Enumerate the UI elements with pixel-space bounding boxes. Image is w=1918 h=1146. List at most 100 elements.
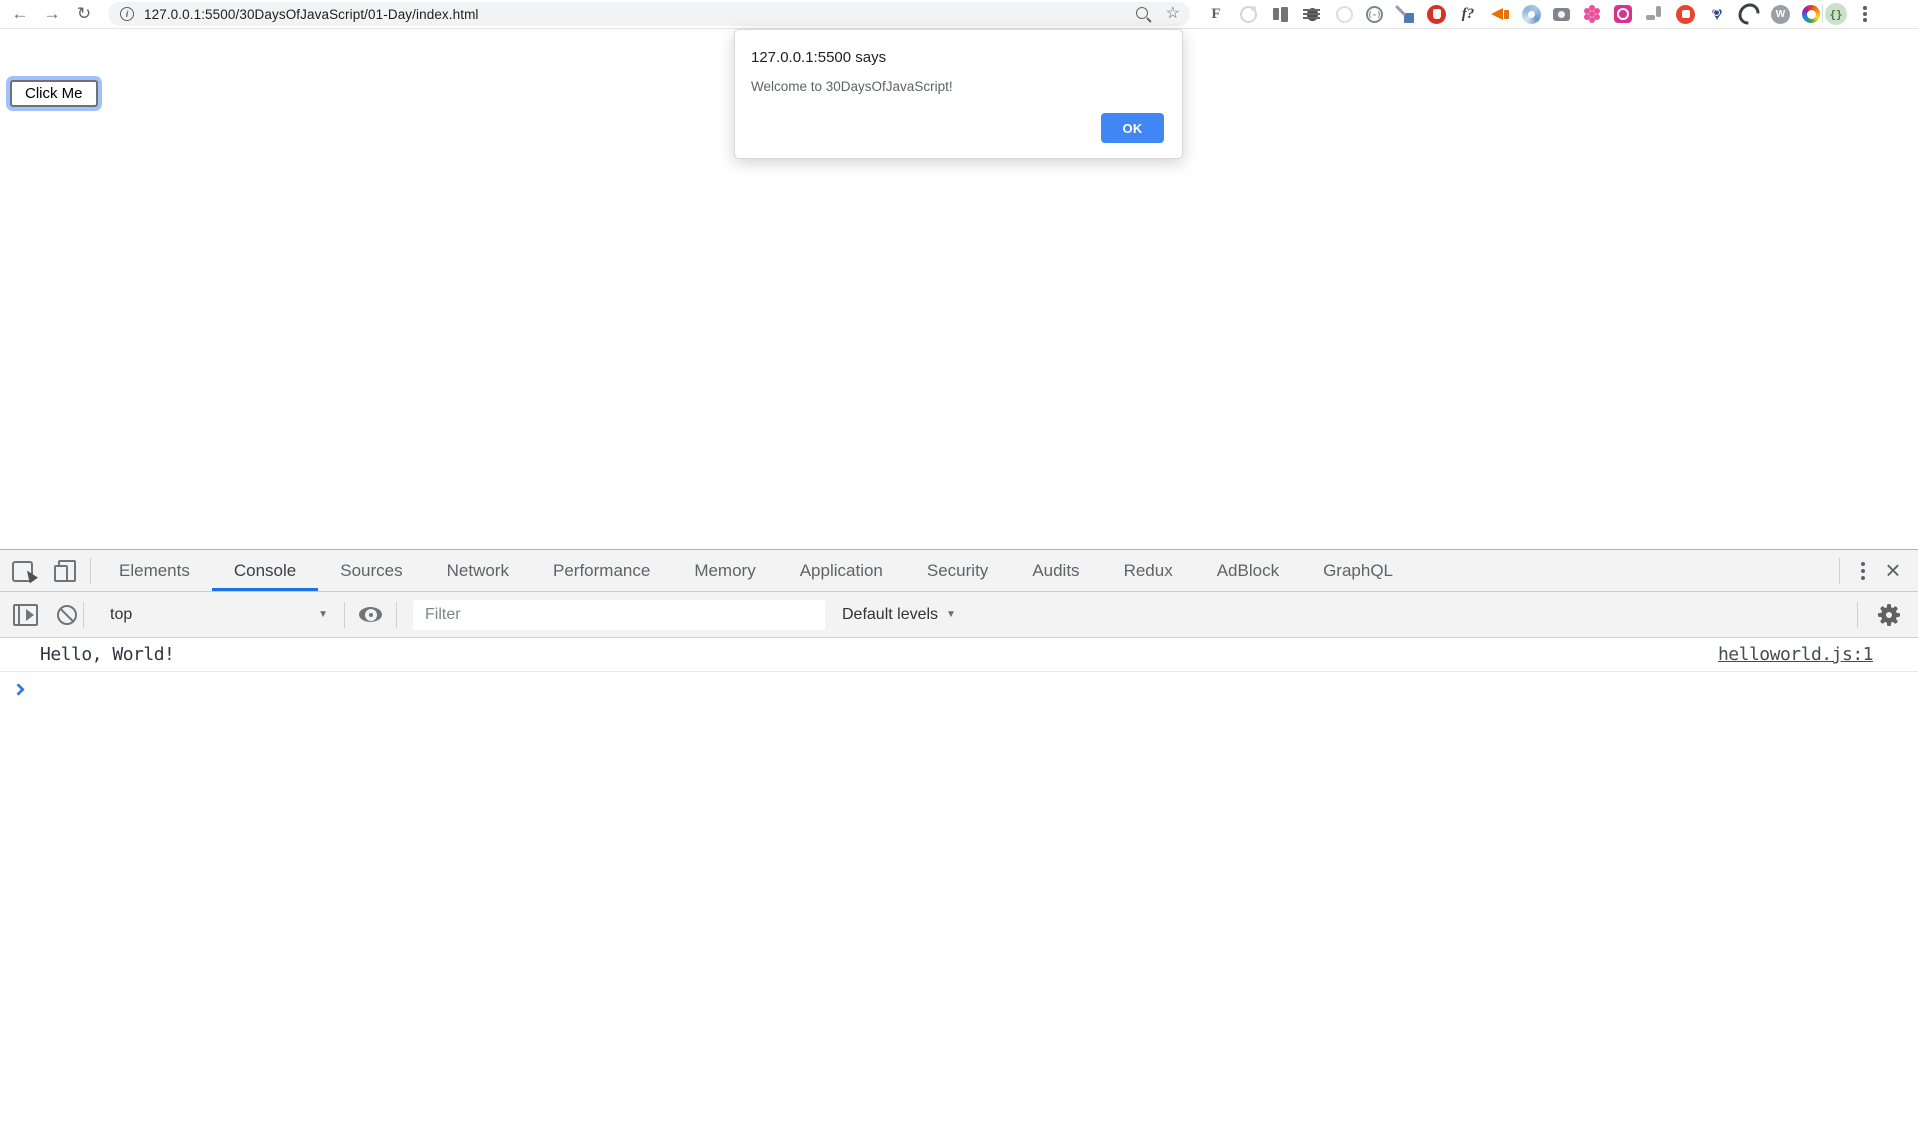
console-toolbar-divider-3 <box>396 602 397 628</box>
pink-gear-extension-icon[interactable] <box>1614 5 1632 23</box>
tabbar-divider <box>90 558 91 584</box>
alert-actions: OK <box>751 113 1164 143</box>
chevron-down-icon: ▼ <box>318 609 338 620</box>
tab-sources[interactable]: Sources <box>318 550 424 591</box>
w-glyph: W <box>1776 9 1785 20</box>
log-levels-dropdown[interactable]: Default levels ▼ <box>842 606 956 624</box>
back-icon[interactable]: ← <box>9 3 31 25</box>
color-picker-extension-icon[interactable] <box>1395 4 1415 24</box>
console-sidebar-toggle-icon[interactable] <box>13 604 38 626</box>
swirl-extension-icon[interactable] <box>1522 5 1541 24</box>
live-expression-eye-icon[interactable] <box>359 607 382 622</box>
eye-pupil <box>369 613 373 617</box>
console-prompt[interactable] <box>0 672 1918 706</box>
console-toolbar-right <box>1851 602 1908 628</box>
megaphone-cone <box>1491 8 1503 20</box>
font-glyph: F <box>1211 6 1220 23</box>
frame-context-dropdown[interactable]: top ▼ <box>100 606 338 624</box>
f-question-glyph: f? <box>1462 6 1475 23</box>
extensions-row: F (-) f? W <box>1206 4 1820 24</box>
red-bookmark-extension-icon[interactable] <box>1676 5 1695 24</box>
devtools-left-icons <box>0 550 90 591</box>
zoom-icon[interactable] <box>1135 6 1152 23</box>
console-toolbar-divider-1 <box>83 602 84 628</box>
url-text: 127.0.0.1:5500/30DaysOfJavaScript/01-Day… <box>144 7 479 22</box>
console-filter-input[interactable] <box>413 600 825 630</box>
gear-tooth <box>1887 604 1891 626</box>
gear-tooth <box>1878 613 1900 617</box>
json-viewer-extension-icon[interactable]: {} <box>1825 3 1847 25</box>
clear-console-icon[interactable] <box>57 605 77 625</box>
device-toolbar-icon[interactable] <box>52 560 76 582</box>
heart-search-extension-icon[interactable] <box>1707 4 1727 24</box>
sidebar-toggle-bar <box>18 606 20 624</box>
console-toolbar: top ▼ Default levels ▼ <box>0 592 1918 638</box>
console-log-text: Hello, World! <box>40 644 174 665</box>
console-toolbar-divider-4 <box>1857 602 1858 628</box>
split-panels-extension-icon[interactable] <box>1270 4 1290 24</box>
forward-icon[interactable]: → <box>41 3 63 25</box>
stop-hand-extension-icon[interactable] <box>1427 5 1446 24</box>
color-wheel-extension-icon[interactable] <box>1802 5 1820 23</box>
tab-adblock[interactable]: AdBlock <box>1195 550 1301 591</box>
browser-menu-icon[interactable] <box>1855 4 1875 24</box>
right-controls-divider <box>1839 558 1840 584</box>
devtools-right-controls: × <box>1839 550 1918 591</box>
bookmark-star-icon[interactable]: ☆ <box>1166 6 1180 22</box>
site-info-icon[interactable]: i <box>120 7 134 21</box>
console-messages: Hello, World! helloworld.js:1 <box>0 638 1918 706</box>
chevron-down-icon: ▼ <box>946 609 956 620</box>
ramp-extension-icon[interactable] <box>1644 4 1664 24</box>
log-levels-value: Default levels <box>842 606 938 624</box>
devtools-close-icon[interactable]: × <box>1878 556 1908 586</box>
tab-redux[interactable]: Redux <box>1102 550 1195 591</box>
browser-toolbar: ← → ↻ i 127.0.0.1:5500/30DaysOfJavaScrip… <box>0 0 1918 29</box>
devtools-tabbar: Elements Console Sources Network Perform… <box>0 550 1918 592</box>
devtools-panel: Elements Console Sources Network Perform… <box>0 549 1918 1146</box>
sidebar-toggle-triangle <box>26 609 34 621</box>
tab-memory[interactable]: Memory <box>672 550 777 591</box>
devtools-menu-icon[interactable] <box>1852 560 1874 582</box>
bug-extension-icon[interactable] <box>1302 4 1322 24</box>
ok-button[interactable]: OK <box>1101 113 1164 143</box>
dash-glyph: (-) <box>1368 10 1382 19</box>
tab-performance[interactable]: Performance <box>531 550 672 591</box>
click-me-button[interactable]: Click Me <box>10 80 98 107</box>
tab-network[interactable]: Network <box>425 550 531 591</box>
ramp-bar-b <box>1656 6 1661 17</box>
prompt-chevron-icon <box>12 683 25 696</box>
tab-security[interactable]: Security <box>905 550 1010 591</box>
dropper-stem <box>1395 5 1406 16</box>
gauge-extension-icon[interactable] <box>1739 4 1759 24</box>
frame-context-value: top <box>110 606 132 624</box>
console-settings-gear-icon[interactable] <box>1878 604 1900 626</box>
console-toolbar-divider-2 <box>344 602 345 628</box>
megaphone-extension-icon[interactable] <box>1490 4 1510 24</box>
inspect-element-icon[interactable] <box>12 560 34 582</box>
tab-application[interactable]: Application <box>778 550 905 591</box>
megaphone-box <box>1504 10 1509 19</box>
f-question-extension-icon[interactable]: f? <box>1458 4 1478 24</box>
devtools-tabs: Elements Console Sources Network Perform… <box>97 550 1415 591</box>
reload-icon[interactable]: ↻ <box>73 3 95 25</box>
ramp-bar-a <box>1646 15 1655 20</box>
tab-console[interactable]: Console <box>212 550 318 591</box>
w-circle-extension-icon[interactable]: W <box>1771 5 1790 24</box>
console-log-row: Hello, World! helloworld.js:1 <box>0 638 1918 672</box>
extensions-divider <box>1822 5 1823 23</box>
alert-dialog: 127.0.0.1:5500 says Welcome to 30DaysOfJ… <box>734 29 1183 159</box>
camera-extension-icon[interactable] <box>1553 8 1570 21</box>
atom-extension-icon[interactable] <box>1334 4 1354 24</box>
address-bar[interactable]: i 127.0.0.1:5500/30DaysOfJavaScript/01-D… <box>108 2 1190 26</box>
font-switcher-extension-icon[interactable]: F <box>1206 4 1226 24</box>
alert-title: 127.0.0.1:5500 says <box>751 49 1164 66</box>
tab-graphql[interactable]: GraphQL <box>1301 550 1415 591</box>
tab-audits[interactable]: Audits <box>1010 550 1101 591</box>
tab-elements[interactable]: Elements <box>97 550 212 591</box>
console-source-link[interactable]: helloworld.js:1 <box>1718 644 1873 665</box>
circle-dash-extension-icon[interactable]: (-) <box>1366 6 1383 23</box>
lens-extension-icon[interactable] <box>1238 4 1258 24</box>
pink-flower-extension-icon[interactable] <box>1582 4 1602 24</box>
alert-message: Welcome to 30DaysOfJavaScript! <box>751 79 1164 94</box>
json-glyph: {} <box>1829 8 1842 21</box>
